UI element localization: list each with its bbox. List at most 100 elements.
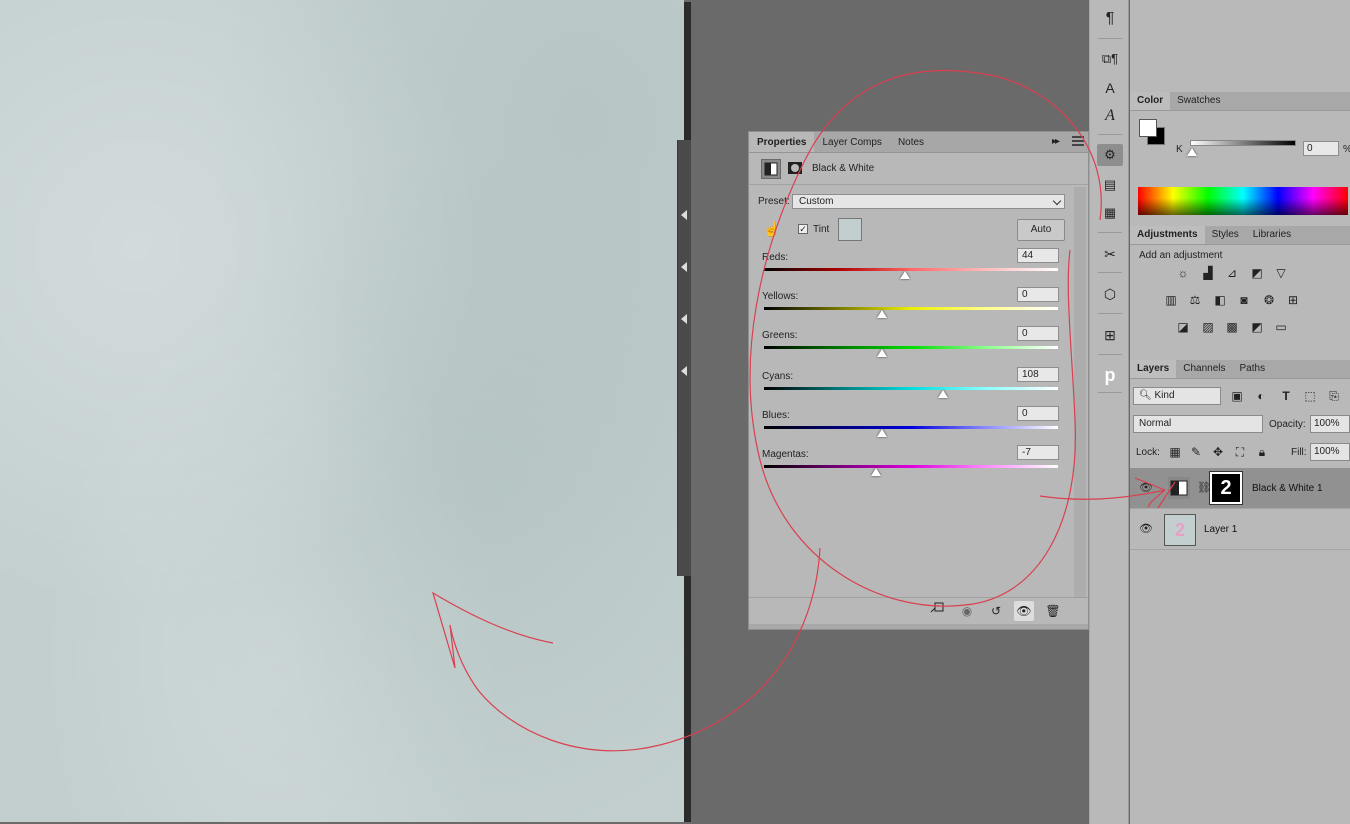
filter-smart-object-icon[interactable]: ⎘ bbox=[1326, 388, 1342, 404]
k-value-field[interactable]: 0 bbox=[1303, 141, 1339, 156]
tab-layers[interactable]: Layers bbox=[1130, 360, 1177, 378]
opacity-field[interactable]: 100% bbox=[1310, 415, 1350, 433]
info-panel-icon[interactable]: ▤ bbox=[1097, 174, 1123, 196]
filter-shape-icon[interactable]: ⬚ bbox=[1302, 388, 1318, 404]
selective-color-icon[interactable]: ◩ bbox=[1249, 319, 1265, 335]
properties-panel-icon[interactable]: ⚙ bbox=[1097, 144, 1123, 166]
tab-swatches[interactable]: Swatches bbox=[1170, 92, 1227, 110]
auto-button[interactable]: Auto bbox=[1017, 219, 1065, 241]
blues-slider-thumb[interactable] bbox=[876, 429, 887, 437]
invert-icon[interactable]: ◪ bbox=[1175, 319, 1191, 335]
adjustment-layer-icon[interactable] bbox=[761, 159, 781, 179]
lock-transparent-icon[interactable]: ▦ bbox=[1167, 444, 1183, 460]
preset-dropdown[interactable]: Custom bbox=[792, 194, 1065, 209]
reds-value-field[interactable]: 44 bbox=[1017, 248, 1059, 263]
expand-arrow-icon[interactable] bbox=[681, 262, 687, 272]
yellows-value-field[interactable]: 0 bbox=[1017, 287, 1059, 302]
paragraph-styles-icon[interactable]: ⧉¶ bbox=[1097, 48, 1123, 70]
3d-panel-icon[interactable]: ⬡ bbox=[1097, 283, 1123, 305]
magentas-slider-track[interactable] bbox=[764, 465, 1058, 468]
tint-color-swatch[interactable] bbox=[838, 218, 862, 241]
blues-slider-track[interactable] bbox=[764, 426, 1058, 429]
lock-image-icon[interactable]: ✎ bbox=[1188, 444, 1204, 460]
grid-panel-icon[interactable]: ⊞ bbox=[1097, 324, 1123, 346]
layer-name[interactable]: Black & White 1 bbox=[1252, 483, 1323, 494]
color-spectrum[interactable] bbox=[1138, 187, 1348, 215]
filter-type-icon[interactable]: T bbox=[1278, 388, 1294, 404]
hue-saturation-icon[interactable]: ▥ bbox=[1163, 292, 1179, 308]
photo-filter-icon[interactable]: ◙ bbox=[1236, 292, 1252, 308]
foreground-color-swatch[interactable] bbox=[1139, 119, 1157, 137]
filter-pixel-icon[interactable]: ▣ bbox=[1229, 388, 1245, 404]
plugin-icon[interactable]: p bbox=[1097, 364, 1123, 386]
lock-artboard-icon[interactable]: ⛶ bbox=[1232, 444, 1248, 460]
greens-slider-track[interactable] bbox=[764, 346, 1058, 349]
vibrance-icon[interactable]: ▽ bbox=[1273, 265, 1289, 281]
expand-arrow-icon[interactable] bbox=[681, 314, 687, 324]
brightness-contrast-icon[interactable]: ☼ bbox=[1175, 265, 1191, 281]
reds-slider-track[interactable] bbox=[764, 268, 1058, 271]
collapse-panel-icon[interactable]: ▸▸ bbox=[1052, 136, 1060, 147]
properties-scrollbar[interactable] bbox=[1074, 187, 1086, 597]
tab-notes[interactable]: Notes bbox=[890, 132, 932, 152]
document-canvas[interactable] bbox=[0, 0, 684, 822]
layer-mask-icon[interactable] bbox=[786, 159, 806, 179]
tab-layer-comps[interactable]: Layer Comps bbox=[814, 132, 889, 152]
tab-properties[interactable]: Properties bbox=[749, 132, 815, 152]
tab-styles[interactable]: Styles bbox=[1205, 226, 1246, 244]
greens-slider-thumb[interactable] bbox=[876, 349, 887, 357]
targeted-adjustment-hand-icon[interactable]: ☝ bbox=[763, 221, 780, 238]
magentas-value-field[interactable]: -7 bbox=[1017, 445, 1059, 460]
filter-adjustment-icon[interactable]: ◐ bbox=[1253, 388, 1269, 404]
gradient-map-icon[interactable]: ▭ bbox=[1273, 319, 1289, 335]
k-slider[interactable] bbox=[1190, 140, 1296, 146]
levels-icon[interactable]: ▟ bbox=[1200, 265, 1216, 281]
layer-mask-thumbnail[interactable]: 2 bbox=[1209, 471, 1243, 505]
posterize-icon[interactable]: ▨ bbox=[1200, 319, 1216, 335]
tab-paths[interactable]: Paths bbox=[1233, 360, 1273, 378]
clip-to-layer-icon[interactable] bbox=[927, 601, 947, 621]
layer-row-layer-1[interactable]: 👁 2 Layer 1 bbox=[1130, 509, 1350, 550]
magentas-slider-thumb[interactable] bbox=[870, 468, 881, 476]
layer-filter-dropdown[interactable]: 🔍︎ Kind bbox=[1133, 387, 1221, 405]
paragraph-icon[interactable]: ¶ bbox=[1097, 8, 1123, 30]
fill-field[interactable]: 100% bbox=[1310, 443, 1350, 461]
blend-mode-dropdown[interactable]: Normal bbox=[1133, 415, 1263, 433]
yellows-slider-thumb[interactable] bbox=[876, 310, 887, 318]
tab-channels[interactable]: Channels bbox=[1176, 360, 1232, 378]
lock-all-icon[interactable]: 🔒︎ bbox=[1254, 444, 1270, 460]
tool-presets-icon[interactable]: ✂ bbox=[1097, 243, 1123, 265]
greens-value-field[interactable]: 0 bbox=[1017, 326, 1059, 341]
expand-arrow-icon[interactable] bbox=[681, 210, 687, 220]
exposure-icon[interactable]: ◩ bbox=[1249, 265, 1265, 281]
collapsed-panel-dock[interactable] bbox=[677, 140, 691, 576]
tab-libraries[interactable]: Libraries bbox=[1246, 226, 1298, 244]
color-balance-icon[interactable]: ⚖ bbox=[1187, 292, 1203, 308]
tint-checkbox[interactable]: ✓ bbox=[798, 224, 808, 234]
visibility-eye-icon[interactable]: 👁 bbox=[1139, 522, 1153, 535]
toggle-visibility-icon[interactable]: 👁 bbox=[1014, 601, 1034, 621]
color-lookup-icon[interactable]: ⊞ bbox=[1285, 292, 1301, 308]
expand-arrow-icon[interactable] bbox=[681, 366, 687, 376]
layer-name[interactable]: Layer 1 bbox=[1204, 524, 1237, 535]
tab-adjustments[interactable]: Adjustments bbox=[1130, 226, 1205, 244]
cyans-slider-thumb[interactable] bbox=[938, 390, 949, 398]
character-styles-icon[interactable]: A bbox=[1097, 77, 1123, 99]
channel-mixer-icon[interactable]: ❂ bbox=[1261, 292, 1277, 308]
cyans-slider-track[interactable] bbox=[764, 387, 1058, 390]
black-white-icon[interactable]: ◧ bbox=[1212, 292, 1228, 308]
lock-position-icon[interactable]: ✥ bbox=[1210, 444, 1226, 460]
view-previous-state-icon[interactable]: ◉ bbox=[957, 601, 977, 621]
panel-resize-grip[interactable] bbox=[749, 624, 1088, 629]
threshold-icon[interactable]: ▩ bbox=[1224, 319, 1240, 335]
yellows-slider-track[interactable] bbox=[764, 307, 1058, 310]
tab-color[interactable]: Color bbox=[1130, 92, 1171, 110]
blues-value-field[interactable]: 0 bbox=[1017, 406, 1059, 421]
layer-row-black-white[interactable]: 👁 ⛓ 2 Black & White 1 bbox=[1130, 468, 1350, 509]
glyphs-icon[interactable]: A bbox=[1097, 105, 1123, 127]
reset-icon[interactable]: ↺ bbox=[986, 601, 1006, 621]
layer-thumbnail[interactable]: 2 bbox=[1164, 514, 1196, 546]
mask-link-icon[interactable]: ⛓ bbox=[1197, 481, 1211, 494]
visibility-eye-icon[interactable]: 👁 bbox=[1139, 481, 1153, 494]
delete-icon[interactable]: 🗑 bbox=[1043, 601, 1063, 621]
